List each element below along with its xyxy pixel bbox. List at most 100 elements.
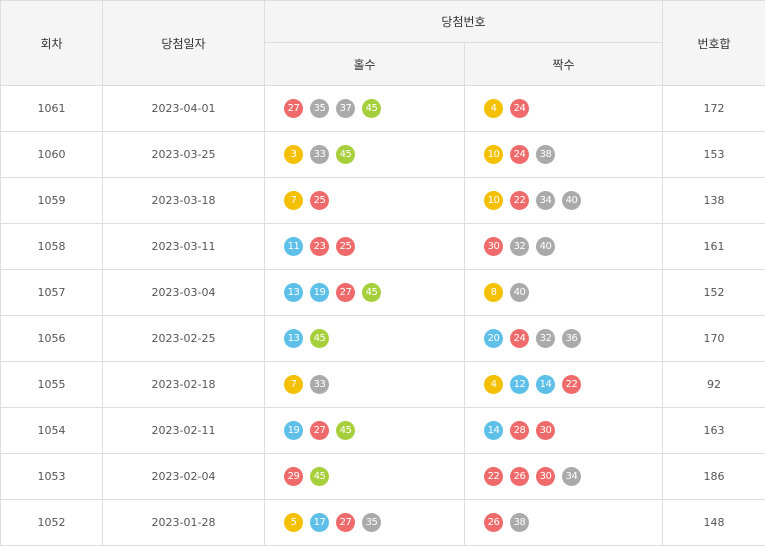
even-numbers-cell: 26 38 xyxy=(463,499,664,546)
odd-numbers-cell: 11 23 25 xyxy=(264,223,465,270)
number-ball: 35 xyxy=(362,513,381,532)
table-row: 1061 2023-04-01 27 35 37 45 4 24 172 xyxy=(0,85,765,132)
sum-cell: 92 xyxy=(662,361,765,408)
number-ball: 27 xyxy=(284,99,303,118)
number-ball: 22 xyxy=(510,191,529,210)
number-ball: 24 xyxy=(510,145,529,164)
odd-numbers-cell: 5 17 27 35 xyxy=(264,499,465,546)
odd-numbers-cell: 7 25 xyxy=(264,177,465,224)
header-odd: 홀수 xyxy=(264,42,465,86)
odd-numbers-cell: 3 33 45 xyxy=(264,131,465,178)
odd-numbers-cell: 19 27 45 xyxy=(264,407,465,454)
number-ball: 19 xyxy=(284,421,303,440)
even-numbers-cell: 8 40 xyxy=(463,269,664,316)
number-ball: 34 xyxy=(562,467,581,486)
date-cell: 2023-03-11 xyxy=(102,223,265,270)
sum-cell: 172 xyxy=(662,85,765,132)
even-numbers-cell: 4 12 14 22 xyxy=(463,361,664,408)
round-cell: 1055 xyxy=(0,361,103,408)
number-ball: 14 xyxy=(484,421,503,440)
table-row: 1059 2023-03-18 7 25 10 22 34 40 138 xyxy=(0,177,765,224)
sum-cell: 138 xyxy=(662,177,765,224)
number-ball: 35 xyxy=(310,99,329,118)
header-winning-numbers: 당첨번호 xyxy=(263,0,664,43)
header-round: 회차 xyxy=(0,0,103,86)
number-ball: 37 xyxy=(336,99,355,118)
number-ball: 38 xyxy=(536,145,555,164)
sum-cell: 170 xyxy=(662,315,765,362)
date-cell: 2023-02-18 xyxy=(102,361,265,408)
number-ball: 30 xyxy=(536,421,555,440)
number-ball: 45 xyxy=(362,99,381,118)
number-ball: 13 xyxy=(284,283,303,302)
number-ball: 45 xyxy=(336,145,355,164)
round-cell: 1058 xyxy=(0,223,103,270)
results-body: 1061 2023-04-01 27 35 37 45 4 24 172 1060 2023-03-… xyxy=(0,85,765,546)
sum-cell: 152 xyxy=(662,269,765,316)
round-cell: 1052 xyxy=(0,499,103,546)
date-cell: 2023-02-11 xyxy=(102,407,265,454)
number-ball: 10 xyxy=(484,191,503,210)
even-numbers-cell: 14 28 30 xyxy=(463,407,664,454)
date-cell: 2023-04-01 xyxy=(102,85,265,132)
number-ball: 24 xyxy=(510,99,529,118)
number-ball: 11 xyxy=(284,237,303,256)
date-cell: 2023-02-25 xyxy=(102,315,265,362)
number-ball: 19 xyxy=(310,283,329,302)
number-ball: 26 xyxy=(510,467,529,486)
number-ball: 34 xyxy=(536,191,555,210)
number-ball: 27 xyxy=(336,513,355,532)
header-sum: 번호합 xyxy=(662,0,765,86)
number-ball: 40 xyxy=(510,283,529,302)
number-ball: 45 xyxy=(336,421,355,440)
sum-cell: 153 xyxy=(662,131,765,178)
date-cell: 2023-02-04 xyxy=(102,453,265,500)
round-cell: 1053 xyxy=(0,453,103,500)
number-ball: 36 xyxy=(562,329,581,348)
odd-numbers-cell: 13 45 xyxy=(264,315,465,362)
round-cell: 1059 xyxy=(0,177,103,224)
sum-cell: 161 xyxy=(662,223,765,270)
even-numbers-cell: 4 24 xyxy=(463,85,664,132)
number-ball: 7 xyxy=(284,191,303,210)
sum-cell: 148 xyxy=(662,499,765,546)
number-ball: 29 xyxy=(284,467,303,486)
number-ball: 12 xyxy=(510,375,529,394)
number-ball: 17 xyxy=(310,513,329,532)
date-cell: 2023-03-18 xyxy=(102,177,265,224)
number-ball: 22 xyxy=(562,375,581,394)
number-ball: 38 xyxy=(510,513,529,532)
header-even: 짝수 xyxy=(463,42,664,86)
even-numbers-cell: 22 26 30 34 xyxy=(463,453,664,500)
number-ball: 10 xyxy=(484,145,503,164)
number-ball: 25 xyxy=(310,191,329,210)
round-cell: 1054 xyxy=(0,407,103,454)
number-ball: 33 xyxy=(310,375,329,394)
number-ball: 24 xyxy=(510,329,529,348)
table-row: 1052 2023-01-28 5 17 27 35 26 38 148 xyxy=(0,499,765,546)
table-row: 1055 2023-02-18 7 33 4 12 14 22 92 xyxy=(0,361,765,408)
number-ball: 4 xyxy=(484,375,503,394)
odd-numbers-cell: 27 35 37 45 xyxy=(264,85,465,132)
number-ball: 8 xyxy=(484,283,503,302)
number-ball: 32 xyxy=(536,329,555,348)
header-date: 당첨일자 xyxy=(102,0,265,86)
number-ball: 30 xyxy=(484,237,503,256)
table-row: 1057 2023-03-04 13 19 27 45 8 40 152 xyxy=(0,269,765,316)
table-row: 1058 2023-03-11 11 23 25 30 32 40 161 xyxy=(0,223,765,270)
odd-numbers-cell: 13 19 27 45 xyxy=(264,269,465,316)
sum-cell: 186 xyxy=(662,453,765,500)
number-ball: 30 xyxy=(536,467,555,486)
number-ball: 22 xyxy=(484,467,503,486)
table-row: 1054 2023-02-11 19 27 45 14 28 30 163 xyxy=(0,407,765,454)
date-cell: 2023-03-25 xyxy=(102,131,265,178)
number-ball: 27 xyxy=(310,421,329,440)
number-ball: 20 xyxy=(484,329,503,348)
round-cell: 1060 xyxy=(0,131,103,178)
number-ball: 23 xyxy=(310,237,329,256)
number-ball: 7 xyxy=(284,375,303,394)
number-ball: 26 xyxy=(484,513,503,532)
odd-numbers-cell: 7 33 xyxy=(264,361,465,408)
number-ball: 14 xyxy=(536,375,555,394)
round-cell: 1061 xyxy=(0,85,103,132)
